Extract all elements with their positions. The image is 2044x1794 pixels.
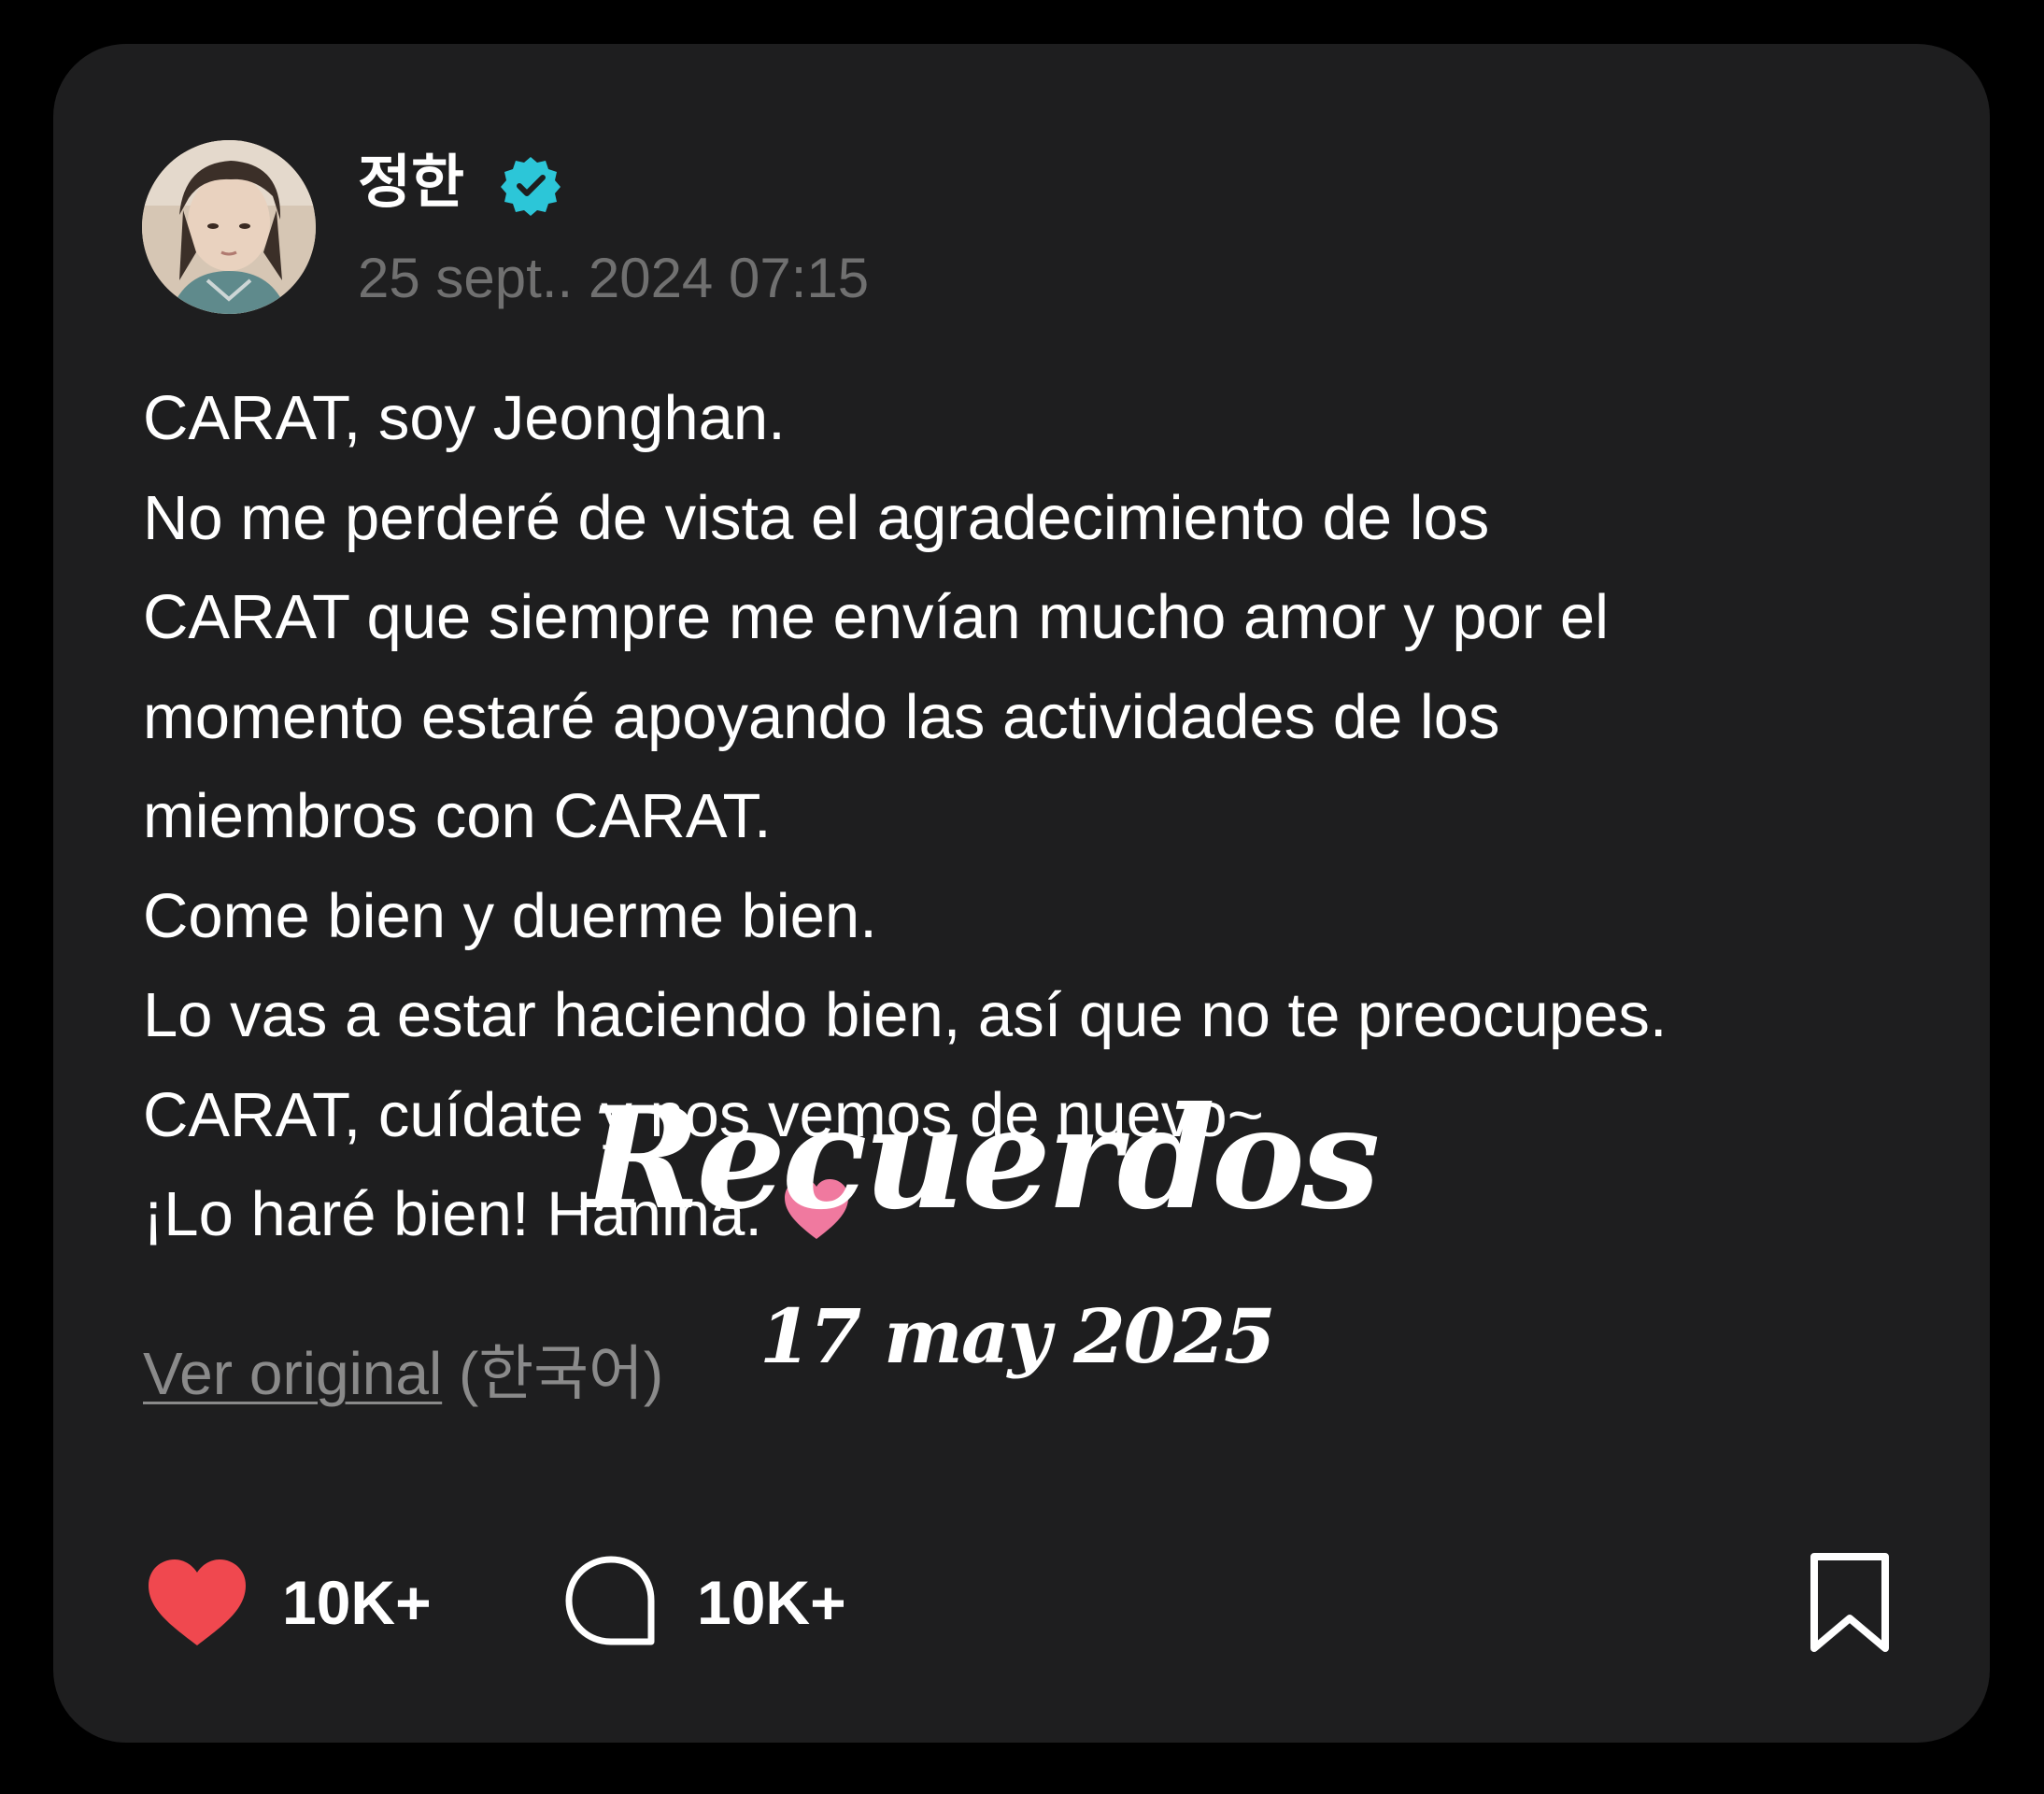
- body-line: CARAT, soy Jeonghan.: [143, 383, 786, 453]
- overlay-title: Recuerdos: [584, 1076, 1380, 1241]
- like-count: 10K+: [282, 1568, 432, 1637]
- post-timestamp: 25 sept.. 2024 07:15: [358, 247, 870, 309]
- bookmark-icon[interactable]: [1803, 1551, 1896, 1656]
- username[interactable]: 정한: [358, 140, 464, 224]
- body-line: miembros con CARAT.: [143, 781, 772, 851]
- avatar[interactable]: [142, 140, 316, 314]
- original-language-label: (한국어): [442, 1340, 664, 1407]
- avatar-image: [142, 140, 316, 314]
- body-line: No me perderé de vista el agradecimiento…: [143, 482, 1490, 553]
- verified-badge-icon: [501, 157, 561, 216]
- body-line: Come bien y duerme bien.: [143, 880, 877, 951]
- body-line: Lo vas a estar haciendo bien, así que no…: [143, 980, 1668, 1050]
- overlay-date: 17 may 2025: [759, 1292, 1276, 1380]
- view-original-link[interactable]: Ver original: [143, 1340, 442, 1407]
- comment-count: 10K+: [697, 1568, 846, 1637]
- comment-bubble-icon[interactable]: [563, 1554, 659, 1649]
- view-original: Ver original (한국어): [143, 1336, 663, 1411]
- body-line: CARAT que siempre me envían mucho amor y…: [143, 582, 1609, 652]
- body-line: momento estaré apoyando las actividades …: [143, 681, 1500, 752]
- heart-icon[interactable]: [145, 1556, 249, 1649]
